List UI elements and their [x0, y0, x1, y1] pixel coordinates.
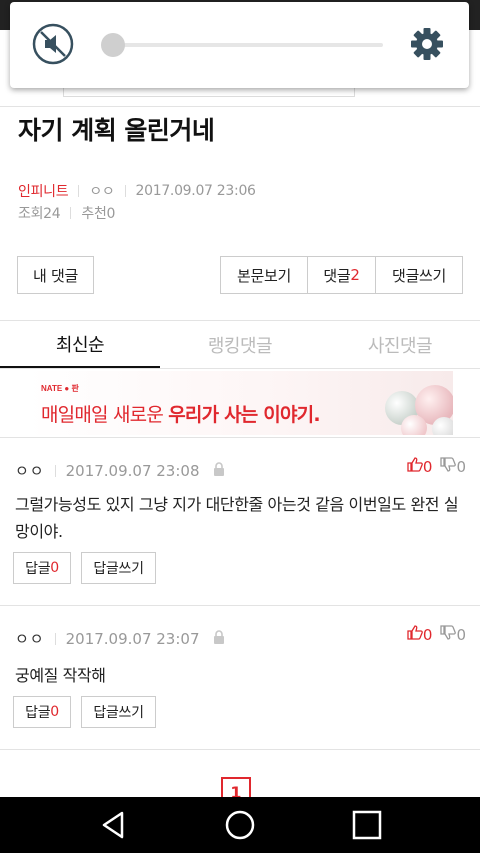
- tab-latest[interactable]: 최신순: [0, 321, 160, 369]
- home-circle-icon[interactable]: [222, 807, 258, 843]
- separator: [54, 464, 56, 477]
- comment-meta: ㅇㅇ 2017.09.07 23:08: [15, 460, 226, 481]
- comment-votes: 0 0: [399, 457, 466, 476]
- lock-icon: [212, 629, 226, 649]
- separator: [54, 632, 56, 645]
- comment-meta: ㅇㅇ 2017.09.07 23:07: [15, 628, 226, 649]
- post-views: 조회24: [18, 206, 61, 222]
- divider: [0, 749, 480, 750]
- comments-label: 댓글: [323, 266, 351, 285]
- thumbs-up-icon: [407, 625, 423, 644]
- tab-ranking[interactable]: 랭킹댓글: [160, 321, 320, 369]
- volume-muted-icon[interactable]: [32, 23, 74, 65]
- comments-button[interactable]: 댓글 2: [308, 257, 376, 293]
- volume-panel: [10, 2, 469, 88]
- banner-text-prefix: 매일매일 새로운: [41, 404, 169, 426]
- reply-count: 0: [50, 560, 59, 576]
- divider: [0, 605, 480, 606]
- lock-icon: [212, 461, 226, 481]
- like-count: 0: [422, 457, 433, 476]
- banner-text: 매일매일 새로운 우리가 사는 이야기.: [41, 400, 321, 427]
- divider: [0, 106, 480, 107]
- volume-slider-thumb[interactable]: [101, 33, 125, 57]
- reply-label: 답글: [25, 705, 51, 721]
- banner-brand: NATE ● 판: [41, 384, 79, 393]
- write-comment-button[interactable]: 댓글쓰기: [376, 257, 462, 293]
- post-stats: 조회24 추천0: [18, 203, 115, 223]
- comments-count: 2: [350, 266, 360, 284]
- comment-tabs: 최신순 랭킹댓글 사진댓글: [0, 321, 480, 369]
- post-category[interactable]: 인피니트: [18, 181, 69, 201]
- dislike-count: 0: [456, 625, 466, 644]
- recents-square-icon[interactable]: [349, 807, 385, 843]
- separator: [70, 207, 72, 219]
- decor-ball: [432, 417, 453, 435]
- like-button[interactable]: 0: [407, 625, 433, 644]
- write-reply-button[interactable]: 답글쓰기: [81, 552, 156, 584]
- ad-banner[interactable]: NATE ● 판 매일매일 새로운 우리가 사는 이야기.: [27, 371, 453, 435]
- divider: [0, 437, 480, 438]
- thumbs-down-icon: [440, 457, 457, 476]
- volume-slider-track[interactable]: [113, 43, 383, 47]
- separator: [78, 185, 80, 197]
- comment-author: ㅇㅇ: [15, 630, 45, 648]
- thumbs-up-icon: [407, 457, 423, 476]
- write-reply-button[interactable]: 답글쓰기: [81, 696, 156, 728]
- post-title: 자기 계획 올린거네: [18, 116, 215, 145]
- post-recommends: 추천0: [81, 206, 116, 222]
- dislike-count: 0: [456, 457, 466, 476]
- thumbs-down-icon: [440, 625, 457, 644]
- reply-button[interactable]: 답글 0: [13, 696, 71, 728]
- divider: [0, 368, 480, 369]
- comment-body: 그럴가능성도 있지 그냥 지가 대단한줄 아는것 같음 이번일도 완전 실망이야…: [15, 495, 459, 541]
- dislike-button[interactable]: 0: [440, 457, 466, 476]
- comment-actions: 본문보기 댓글 2 댓글쓰기: [220, 256, 463, 294]
- reply-count: 0: [50, 704, 59, 720]
- back-triangle-icon[interactable]: [96, 807, 132, 843]
- pagination-current-page[interactable]: 1: [221, 777, 251, 799]
- reply-label: 답글: [25, 561, 51, 577]
- post-datetime: 2017.09.07 23:06: [135, 183, 256, 199]
- my-comments-button[interactable]: 내 댓글: [17, 256, 94, 294]
- post-meta: 인피니트 ㅇㅇ 2017.09.07 23:06: [18, 181, 256, 201]
- tab-photo[interactable]: 사진댓글: [320, 321, 480, 369]
- like-count: 0: [422, 625, 433, 644]
- separator: [124, 185, 126, 197]
- gear-icon[interactable]: [409, 26, 445, 62]
- post-author: ㅇㅇ: [89, 184, 115, 200]
- reply-button[interactable]: 답글 0: [13, 552, 71, 584]
- like-button[interactable]: 0: [407, 457, 433, 476]
- comment-author: ㅇㅇ: [15, 462, 45, 480]
- navigation-bar: [0, 797, 480, 853]
- comment-datetime: 2017.09.07 23:07: [65, 629, 200, 648]
- comment-datetime: 2017.09.07 23:08: [65, 461, 200, 480]
- comment-body: 궁예질 작작해: [15, 666, 106, 685]
- decor-ball: [401, 415, 427, 435]
- dislike-button[interactable]: 0: [440, 625, 466, 644]
- comment-votes: 0 0: [399, 625, 466, 644]
- view-post-button[interactable]: 본문보기: [221, 257, 308, 293]
- banner-text-bold: 우리가 사는 이야기.: [168, 404, 320, 426]
